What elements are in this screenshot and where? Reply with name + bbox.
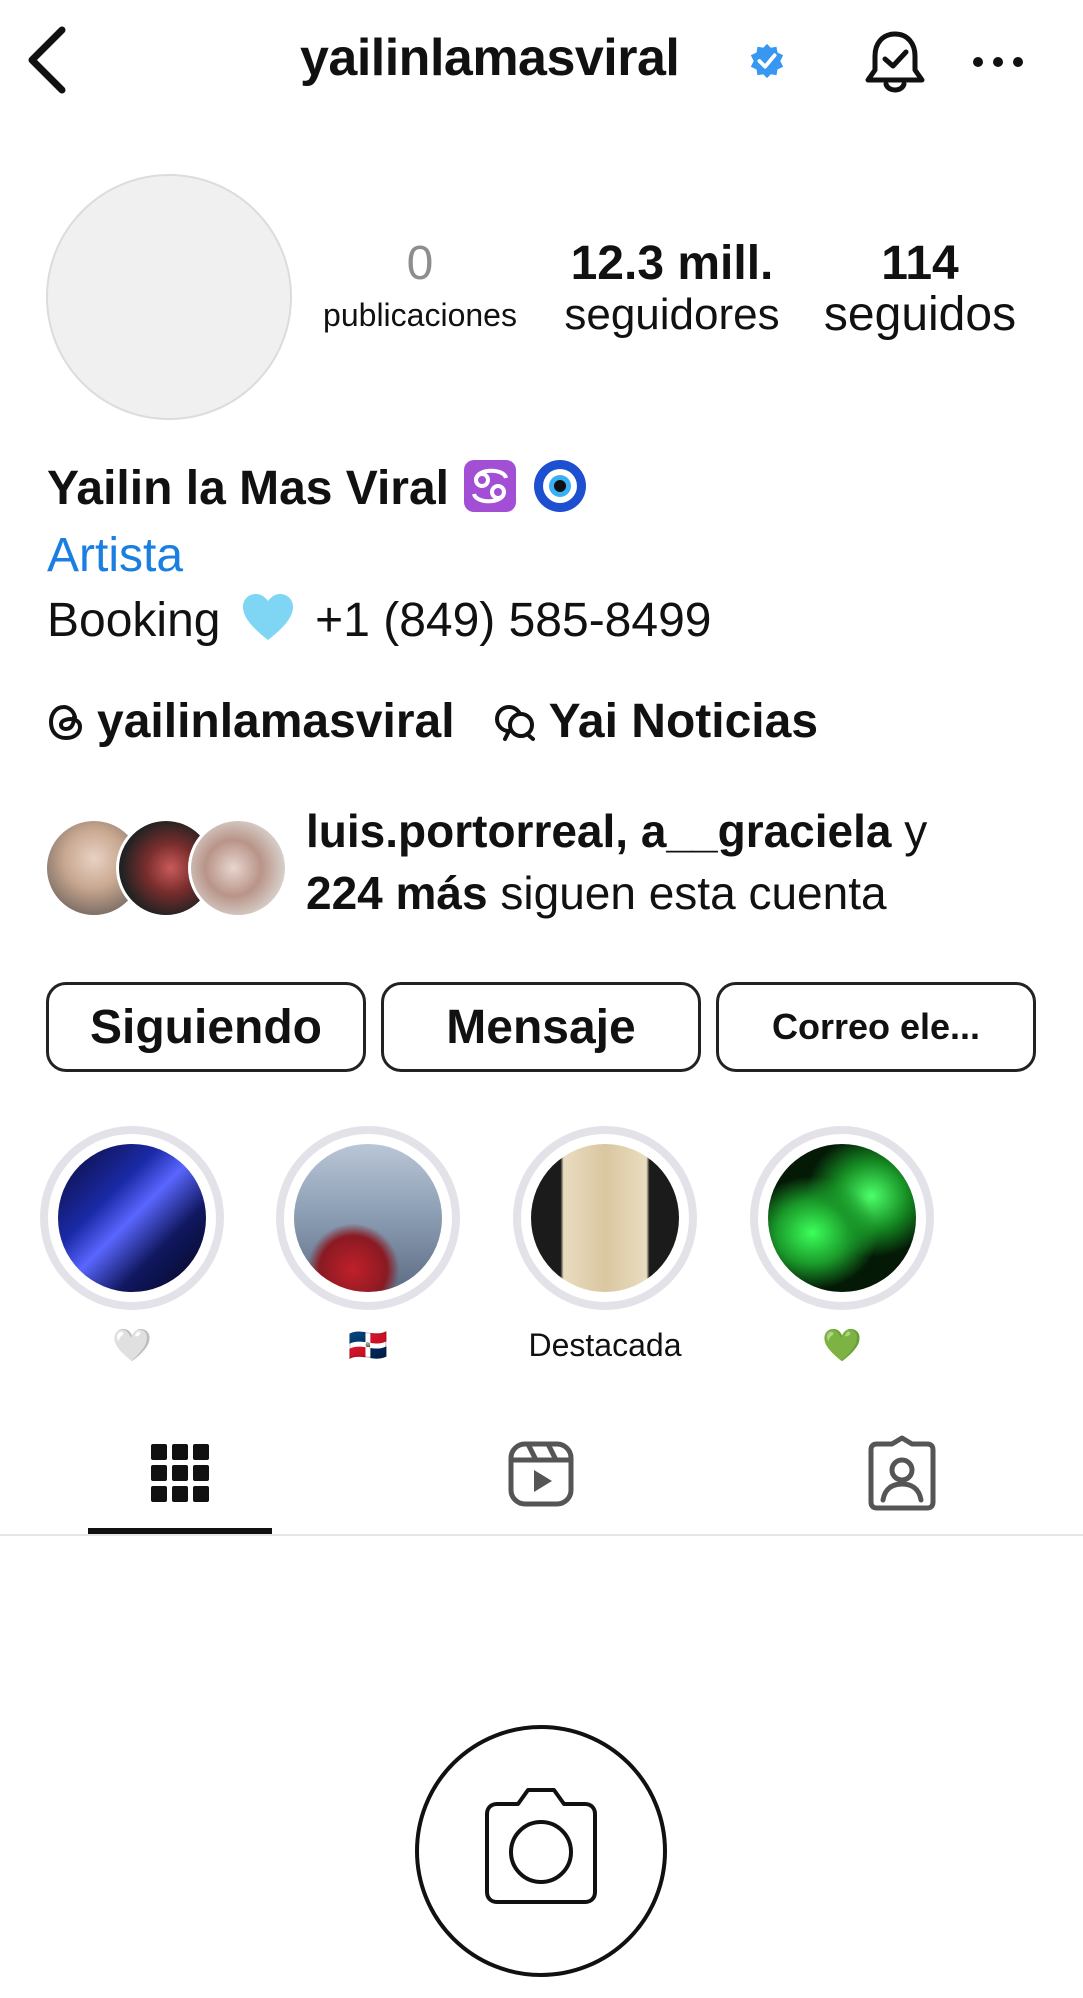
highlight-ring <box>513 1126 697 1310</box>
tab-tagged[interactable] <box>857 1432 947 1516</box>
email-button[interactable]: Correo ele... <box>716 982 1036 1072</box>
channel-name[interactable]: Yai Noticias <box>549 694 818 749</box>
followed-by-names: luis.portorreal, a__graciela <box>306 805 892 857</box>
highlight-ring <box>40 1126 224 1310</box>
display-name: Yailin la Mas Viral <box>47 462 449 515</box>
highlight-caption: Destacada <box>528 1327 682 1363</box>
highlight-cover <box>768 1144 916 1292</box>
display-name-row: Yailin la Mas Viral <box>47 458 588 516</box>
profile-bio: Booking +1 (849) 585-8499 <box>47 590 711 648</box>
bio-booking-label: Booking <box>47 594 221 647</box>
following-button[interactable]: Siguiendo <box>46 982 366 1072</box>
cancer-zodiac-icon <box>462 458 518 514</box>
threads-icon[interactable] <box>47 701 85 743</box>
light-blue-heart-icon <box>240 590 296 646</box>
threads-handle[interactable]: yailinlamasviral <box>97 694 455 749</box>
message-button[interactable]: Mensaje <box>381 982 701 1072</box>
followed-by-count: 224 más <box>306 867 488 919</box>
stat-following-value: 114 <box>881 237 959 290</box>
profile-username: yailinlamasviral <box>300 29 680 87</box>
highlight-ring <box>276 1126 460 1310</box>
stat-followers-label: seguidores <box>564 290 780 339</box>
mutual-followers-avatars[interactable] <box>44 818 288 918</box>
avatar <box>188 818 288 918</box>
stat-followers[interactable]: 12.3 mill. seguidores <box>552 236 792 338</box>
grid-icon <box>151 1444 209 1502</box>
more-icon[interactable] <box>970 44 1026 80</box>
stat-posts[interactable]: 0 publicaciones <box>300 236 540 338</box>
bell-icon[interactable] <box>862 28 928 98</box>
reels-icon <box>508 1441 574 1507</box>
followed-by-joiner: y <box>891 805 928 857</box>
bio-phone[interactable]: +1 (849) 585-8499 <box>315 594 711 647</box>
back-icon[interactable] <box>20 22 80 102</box>
story-highlight[interactable]: 🇩🇴 <box>274 1126 462 1370</box>
tagged-icon <box>868 1435 936 1511</box>
highlight-cover <box>531 1144 679 1292</box>
highlight-caption: 💚 <box>822 1327 862 1363</box>
tab-divider <box>0 1534 1083 1536</box>
channel-icon[interactable] <box>491 701 537 743</box>
tab-posts-grid[interactable] <box>135 1432 225 1516</box>
profile-category: Artista <box>47 529 184 582</box>
followed-by-suffix: siguen esta cuenta <box>487 867 887 919</box>
profile-links: yailinlamasviral Yai Noticias <box>47 694 818 749</box>
highlight-cover <box>58 1144 206 1292</box>
stat-following[interactable]: 114 seguidos <box>800 236 1040 341</box>
highlight-cover <box>294 1144 442 1292</box>
story-highlight[interactable]: 🤍 <box>38 1126 226 1370</box>
highlight-caption: 🤍 <box>112 1327 152 1363</box>
evil-eye-icon <box>532 458 588 514</box>
followed-by-text[interactable]: luis.portorreal, a__graciela y 224 más s… <box>306 800 1066 924</box>
highlight-caption: 🇩🇴 <box>348 1327 388 1363</box>
stat-following-label: seguidos <box>823 288 1017 341</box>
profile-avatar[interactable] <box>46 174 292 420</box>
verified-badge-icon <box>748 42 786 80</box>
stat-posts-label: publicaciones <box>323 297 517 333</box>
stat-followers-value: 12.3 mill. <box>570 237 774 290</box>
stat-posts-value: 0 <box>406 237 434 290</box>
story-highlight[interactable]: Destacada <box>511 1126 699 1370</box>
highlight-ring <box>750 1126 934 1310</box>
story-highlight[interactable]: 💚 <box>748 1126 936 1370</box>
tab-reels[interactable] <box>496 1432 586 1516</box>
no-posts-camera-icon <box>414 1724 668 1978</box>
